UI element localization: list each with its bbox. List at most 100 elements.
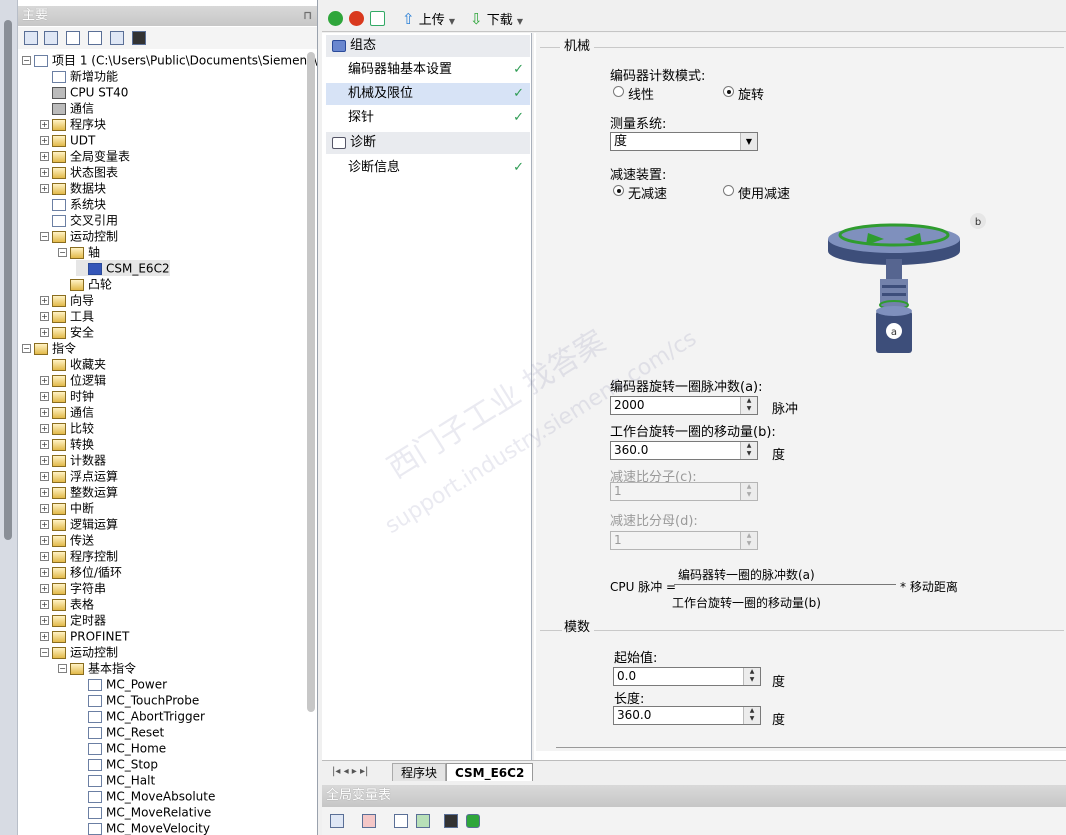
length-input[interactable]: 360.0 ▲ ▼	[613, 706, 761, 725]
radio-no-gear[interactable]	[613, 185, 624, 196]
pulses-input[interactable]: 2000 ▲ ▼	[610, 396, 758, 415]
monitor-icon[interactable]	[132, 31, 146, 45]
tree-item[interactable]: − 项目 1 (C:\Users\Public\Documents\Siemens…	[22, 52, 317, 68]
expand-icon[interactable]: +	[40, 536, 49, 545]
expand-icon[interactable]: +	[40, 296, 49, 305]
tree-item[interactable]: + 程序控制	[40, 548, 118, 564]
expand-icon[interactable]: +	[40, 600, 49, 609]
pin-icon[interactable]: ⊓	[303, 6, 312, 26]
tab-nav-arrows[interactable]: |◂ ◂ ▸ ▸|	[324, 763, 376, 781]
tree-item[interactable]: MC_Home	[76, 740, 166, 756]
start-value-input[interactable]: 0.0 ▲ ▼	[613, 667, 761, 686]
tree-item[interactable]: + 计数器	[40, 452, 106, 468]
screen-icon[interactable]	[444, 814, 458, 828]
tree-item[interactable]: − 运动控制	[40, 644, 118, 660]
expand-icon[interactable]: +	[40, 168, 49, 177]
stop-button[interactable]	[349, 10, 364, 28]
insert-row-icon[interactable]	[330, 814, 344, 828]
tree-item[interactable]: MC_AbortTrigger	[76, 708, 205, 724]
spin-buttons[interactable]: ▲ ▼	[740, 442, 757, 459]
tree-item[interactable]: + 转换	[40, 436, 94, 452]
tree-item[interactable]: + 比较	[40, 420, 94, 436]
horizontal-scrollbar[interactable]	[556, 747, 1066, 748]
tree-item[interactable]: + 浮点运算	[40, 468, 118, 484]
tree-item[interactable]: − 基本指令	[58, 660, 136, 676]
tree-item[interactable]: − 轴	[58, 244, 100, 260]
tree-item[interactable]: + 逻辑运算	[40, 516, 118, 532]
expand-icon[interactable]: +	[40, 616, 49, 625]
tree-item[interactable]: CSM_E6C2	[76, 260, 170, 276]
tree-scrollbar[interactable]	[307, 52, 315, 712]
nav-group-config[interactable]: 组态	[326, 35, 530, 57]
measure-system-select[interactable]: 度 ▼	[610, 132, 758, 151]
tree-item[interactable]: 通信	[40, 100, 94, 116]
upload-button[interactable]: ⇧ 上传 ▼	[402, 10, 455, 28]
tree-item[interactable]: MC_MoveAbsolute	[76, 788, 215, 804]
collapse-icon[interactable]: −	[58, 664, 67, 673]
collapse-icon[interactable]: −	[22, 56, 31, 65]
tree-item[interactable]: + 字符串	[40, 580, 106, 596]
table-icon[interactable]	[44, 31, 58, 45]
list-icon[interactable]	[394, 814, 408, 828]
tree-item[interactable]: + 全局变量表	[40, 148, 130, 164]
expand-icon[interactable]: +	[40, 184, 49, 193]
nav-item-basic[interactable]: 编码器轴基本设置 ✓	[326, 59, 530, 81]
delete-row-icon[interactable]	[362, 814, 376, 828]
tree-item[interactable]: + 整数运算	[40, 484, 118, 500]
run-button[interactable]	[328, 10, 343, 28]
tree-item[interactable]: + 程序块	[40, 116, 106, 132]
collapse-icon[interactable]: −	[40, 648, 49, 657]
expand-icon[interactable]: +	[40, 584, 49, 593]
expand-icon[interactable]: +	[40, 136, 49, 145]
radio-rotary[interactable]	[723, 86, 734, 97]
collapse-icon[interactable]: −	[40, 232, 49, 241]
expand-icon[interactable]: +	[40, 408, 49, 417]
tree-item[interactable]: MC_Stop	[76, 756, 158, 772]
tree-item[interactable]: − 指令	[22, 340, 76, 356]
database-icon[interactable]	[466, 814, 480, 828]
expand-icon[interactable]: +	[40, 376, 49, 385]
spin-buttons[interactable]: ▲ ▼	[740, 397, 757, 414]
expand-icon[interactable]: +	[40, 552, 49, 561]
tree-item[interactable]: + 移位/循环	[40, 564, 122, 580]
tree-item[interactable]: 系统块	[40, 196, 106, 212]
tab-axis[interactable]: CSM_E6C2	[446, 763, 534, 781]
list-icon[interactable]	[110, 31, 124, 45]
tree-item[interactable]: − 运动控制	[40, 228, 118, 244]
nav-item-probe[interactable]: 探针 ✓	[326, 107, 530, 129]
doc-icon[interactable]	[66, 31, 80, 45]
tree-item[interactable]: + 位逻辑	[40, 372, 106, 388]
tree-item[interactable]: 交叉引用	[40, 212, 118, 228]
expand-icon[interactable]: +	[40, 312, 49, 321]
spin-buttons[interactable]: ▲ ▼	[743, 707, 760, 724]
export-icon[interactable]	[416, 814, 430, 828]
spin-buttons[interactable]: ▲ ▼	[743, 668, 760, 685]
tree-item[interactable]: MC_Halt	[76, 772, 155, 788]
expand-icon[interactable]: +	[40, 424, 49, 433]
tree-item[interactable]: MC_Power	[76, 676, 167, 692]
tree-item[interactable]: MC_MoveRelative	[76, 804, 211, 820]
tree-item[interactable]: CPU ST40	[40, 84, 128, 100]
move-input[interactable]: 360.0 ▲ ▼	[610, 441, 758, 460]
radio-linear[interactable]	[613, 86, 624, 97]
collapse-icon[interactable]: −	[58, 248, 67, 257]
expand-icon[interactable]: +	[40, 520, 49, 529]
expand-icon[interactable]: +	[40, 328, 49, 337]
tree-item[interactable]: + 表格	[40, 596, 94, 612]
expand-icon[interactable]: +	[40, 472, 49, 481]
tree-item[interactable]: + 传送	[40, 532, 94, 548]
nav-item-mechanics[interactable]: 机械及限位 ✓	[326, 83, 530, 105]
collapse-icon[interactable]: −	[22, 344, 31, 353]
expand-icon[interactable]: +	[40, 456, 49, 465]
radio-use-gear[interactable]	[723, 185, 734, 196]
nav-group-diagnostics[interactable]: 诊断	[326, 132, 530, 154]
tree-item[interactable]: + 数据块	[40, 180, 106, 196]
expand-icon[interactable]: +	[40, 504, 49, 513]
expand-icon[interactable]: +	[40, 632, 49, 641]
expand-icon[interactable]: +	[40, 568, 49, 577]
view-icon[interactable]	[24, 31, 38, 45]
expand-icon[interactable]: +	[40, 120, 49, 129]
tree-item[interactable]: + 通信	[40, 404, 94, 420]
tree-item[interactable]: + UDT	[40, 132, 95, 148]
tab-program-block[interactable]: 程序块	[392, 763, 447, 781]
